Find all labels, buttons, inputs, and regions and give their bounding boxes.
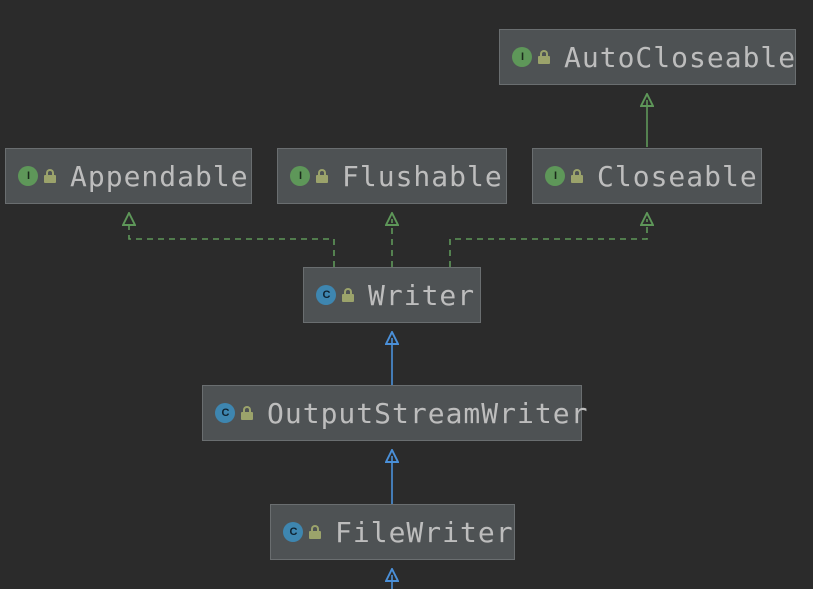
class-icon: C — [283, 522, 303, 542]
class-name-label: AutoCloseable — [564, 41, 796, 74]
class-name-label: Flushable — [342, 160, 503, 193]
interface-icon: I — [290, 166, 310, 186]
abstract-class-icon: C — [316, 285, 336, 305]
class-name-label: Closeable — [597, 160, 758, 193]
class-name-label: OutputStreamWriter — [267, 397, 588, 430]
node-outputstreamwriter: C OutputStreamWriter — [202, 385, 582, 441]
node-autocloseable: I AutoCloseable — [499, 29, 796, 85]
lock-icon — [309, 525, 321, 539]
class-hierarchy-diagram: I AutoCloseable I Appendable I Flushable… — [0, 0, 813, 589]
class-icon: C — [215, 403, 235, 423]
lock-icon — [538, 50, 550, 64]
node-filewriter: C FileWriter — [270, 504, 515, 560]
node-closeable: I Closeable — [532, 148, 762, 204]
lock-icon — [342, 288, 354, 302]
class-name-label: Writer — [368, 279, 475, 312]
lock-icon — [44, 169, 56, 183]
lock-icon — [571, 169, 583, 183]
edge-writer-appendable — [129, 219, 334, 267]
edge-writer-closeable — [450, 219, 647, 267]
lock-icon — [316, 169, 328, 183]
class-name-label: FileWriter — [335, 516, 514, 549]
node-flushable: I Flushable — [277, 148, 507, 204]
node-appendable: I Appendable — [5, 148, 252, 204]
lock-icon — [241, 406, 253, 420]
interface-icon: I — [545, 166, 565, 186]
class-name-label: Appendable — [70, 160, 249, 193]
interface-icon: I — [512, 47, 532, 67]
node-writer: C Writer — [303, 267, 481, 323]
interface-icon: I — [18, 166, 38, 186]
